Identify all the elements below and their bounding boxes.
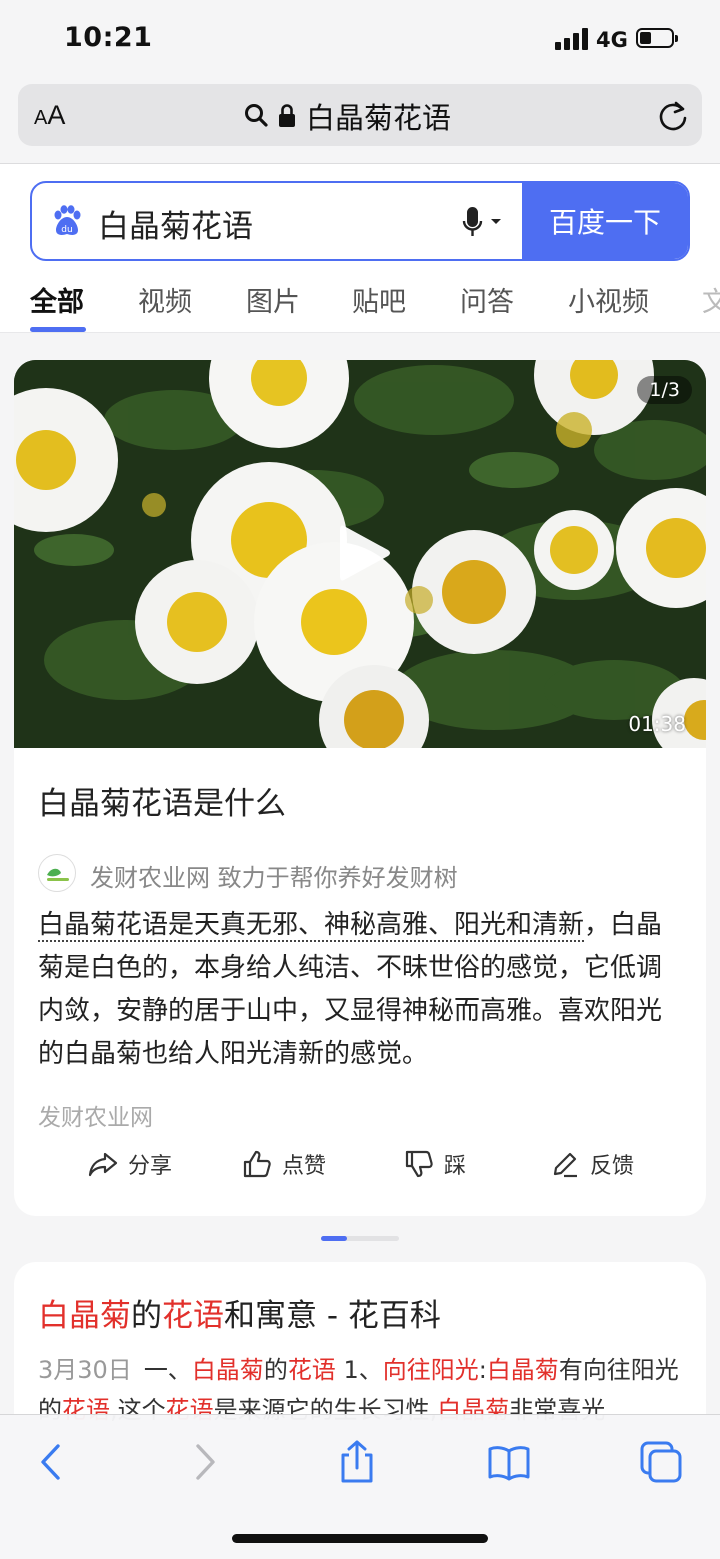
forward-icon[interactable] [180,1439,226,1485]
tab-video[interactable]: 视频 [138,280,192,319]
video-page-badge: 1/3 [637,376,692,404]
bookmarks-icon[interactable] [486,1439,532,1485]
edit-pencil-icon [553,1152,577,1178]
snippet-keyword: 白晶菊 [486,1356,559,1384]
svg-text:du: du [61,225,72,235]
snippet-keyword: 花语 [287,1356,336,1384]
play-icon[interactable] [334,520,394,586]
feedback-action[interactable]: 反馈 [550,1148,634,1180]
lock-icon [279,104,295,127]
baidu-paw-icon: du [54,205,81,235]
snippet-text: 1、 [335,1356,383,1384]
share-arrow-icon [88,1152,118,1177]
dislike-action[interactable]: 踩 [404,1148,466,1180]
home-indicator[interactable] [232,1534,488,1543]
tab-tieba[interactable]: 贴吧 [352,280,406,319]
result-site-name: 发财农业网 [38,1105,153,1131]
video-duration: 01:38 [628,712,686,736]
tabs-divider [0,332,720,333]
text-size-small-a: A [34,107,48,129]
search-query[interactable]: 白晶菊花语 [98,201,253,246]
abstract-highlight: 白晶菊花语是天真无邪、神秘高雅、阳光和清新 [38,910,585,942]
back-icon[interactable] [30,1439,76,1485]
signal-icon [555,28,589,50]
share-icon[interactable] [334,1439,380,1485]
text-size-big-a: A [47,100,66,130]
address-url: 白晶菊花语 [306,101,452,135]
title-text: 和寓意 - 花百科 [224,1298,441,1334]
snippet-text: 一、 [143,1356,192,1384]
result-title[interactable]: 白晶菊的花语和寓意 - 花百科 [38,1290,441,1335]
tab-short-video[interactable]: 小视频 [568,280,649,319]
video-result-title[interactable]: 白晶菊花语是什么 [38,778,286,823]
title-text: 的 [131,1298,162,1334]
tab-all[interactable]: 全部 [30,280,84,319]
video-result-abstract: 白晶菊花语是天真无邪、神秘高雅、阳光和清新，白晶菊是白色的，本身给人纯洁、不昧世… [38,904,682,1076]
feedback-label: 反馈 [590,1154,635,1179]
source-slogan: 致力于帮你养好发财树 [217,864,458,892]
thumbs-down-icon [405,1150,433,1178]
like-action[interactable]: 点赞 [242,1148,326,1180]
microphone-icon[interactable] [460,205,510,239]
video-thumbnail[interactable]: 1/3 01:38 [14,360,706,748]
source-name[interactable]: 发财农业网 [90,864,210,892]
snippet-keyword: 白晶菊 [191,1356,264,1384]
share-label: 分享 [128,1154,173,1179]
network-type: 4G [596,28,628,52]
like-label: 点赞 [282,1154,327,1179]
tabs-icon[interactable] [638,1439,684,1485]
address-bar[interactable]: AA 白晶菊花语 [18,84,702,146]
baidu-search-button[interactable]: 百度一下 [522,183,688,259]
reload-icon[interactable] [656,99,690,133]
source-line: 发财农业网 致力于帮你养好发财树 [90,858,458,893]
battery-icon [636,28,678,48]
search-icon [245,104,268,127]
search-box[interactable]: du 白晶菊花语 百度一下 [30,181,690,261]
thumbs-up-icon [243,1150,271,1178]
title-keyword: 白晶菊 [38,1298,131,1334]
status-bar: 10:21 4G [0,0,720,80]
snippet-text: 的 [263,1356,288,1384]
result-date: 3月30日 [38,1356,132,1384]
tab-images[interactable]: 图片 [246,280,300,319]
address-url-group[interactable]: 白晶菊花语 [244,96,451,136]
snippet-keyword: 向往阳光 [382,1356,479,1384]
share-action[interactable]: 分享 [88,1148,172,1180]
tab-qa[interactable]: 问答 [460,280,514,319]
source-logo [38,854,76,892]
tab-more[interactable]: 文 [702,280,720,319]
status-time: 10:21 [64,22,153,53]
text-size-button[interactable]: AA [34,100,65,131]
snippet-text: : [478,1356,487,1384]
video-result-card: 1/3 01:38 白晶菊花语是什么 发财农业网 致力于帮你养好发财树 白晶菊花… [14,360,706,1216]
title-keyword: 花语 [162,1298,224,1334]
dislike-label: 踩 [444,1154,467,1179]
result-actions: 分享 点赞 踩 反馈 [14,1148,706,1188]
carousel-indicator [321,1236,399,1241]
